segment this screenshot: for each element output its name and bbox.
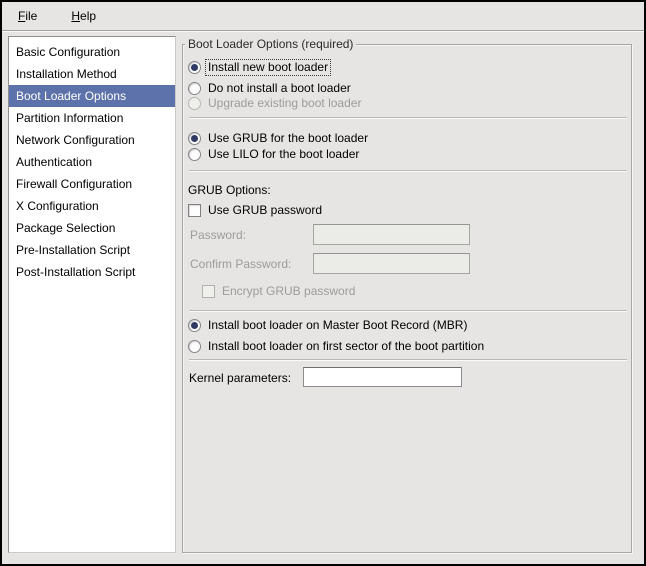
checkbox-label: Encrypt GRUB password — [222, 284, 355, 299]
checkbox-use-grub-password[interactable] — [188, 204, 201, 217]
checkbox-encrypt-grub-password — [202, 285, 215, 298]
radio-label: Upgrade existing boot loader — [208, 96, 361, 111]
sidebar-item-network-configuration[interactable]: Network Configuration — [9, 129, 175, 151]
sidebar-item-package-selection[interactable]: Package Selection — [9, 217, 175, 239]
sidebar-item-firewall-configuration[interactable]: Firewall Configuration — [9, 173, 175, 195]
checkbox-row-encrypt-grub-password: Encrypt GRUB password — [202, 283, 355, 300]
radio-label[interactable]: Do not install a boot loader — [208, 81, 351, 96]
checkbox-row-use-grub-password[interactable]: Use GRUB password — [188, 202, 322, 219]
radio-row-install-mbr[interactable]: Install boot loader on Master Boot Recor… — [188, 317, 467, 334]
radio-label[interactable]: Use GRUB for the boot loader — [208, 131, 368, 146]
sidebar-item-installation-method[interactable]: Installation Method — [9, 63, 175, 85]
radio-label[interactable]: Install new boot loader — [205, 59, 331, 76]
kernel-parameters-input[interactable] — [303, 367, 462, 387]
menubar: File Help — [2, 2, 644, 31]
separator — [189, 170, 627, 172]
radio-install-on-mbr[interactable] — [188, 319, 201, 332]
category-list: Basic Configuration Installation Method … — [8, 36, 176, 553]
radio-row-upgrade-existing: Upgrade existing boot loader — [188, 95, 361, 112]
kernel-parameters-label: Kernel parameters: — [189, 371, 291, 386]
radio-label[interactable]: Install boot loader on first sector of t… — [208, 339, 484, 354]
checkbox-label[interactable]: Use GRUB password — [208, 203, 322, 218]
menu-help[interactable]: Help — [61, 5, 106, 28]
radio-install-new-boot-loader[interactable] — [188, 61, 201, 74]
sidebar-item-boot-loader-options[interactable]: Boot Loader Options — [9, 85, 175, 107]
grub-options-heading: GRUB Options: — [188, 183, 271, 198]
radio-label[interactable]: Use LILO for the boot loader — [208, 147, 359, 162]
radio-row-install-first-sector[interactable]: Install boot loader on first sector of t… — [188, 338, 484, 355]
sidebar-item-x-configuration[interactable]: X Configuration — [9, 195, 175, 217]
radio-do-not-install-boot-loader[interactable] — [188, 82, 201, 95]
frame-title: Boot Loader Options (required) — [185, 37, 356, 51]
radio-use-grub[interactable] — [188, 132, 201, 145]
separator — [189, 310, 627, 312]
radio-row-use-grub[interactable]: Use GRUB for the boot loader — [188, 130, 368, 147]
radio-use-lilo[interactable] — [188, 148, 201, 161]
password-label: Password: — [190, 228, 246, 243]
sidebar-item-post-installation-script[interactable]: Post-Installation Script — [9, 261, 175, 283]
sidebar-item-partition-information[interactable]: Partition Information — [9, 107, 175, 129]
kickstart-configurator-window: File Help Basic Configuration Installati… — [0, 0, 646, 566]
sidebar-item-authentication[interactable]: Authentication — [9, 151, 175, 173]
radio-row-use-lilo[interactable]: Use LILO for the boot loader — [188, 146, 359, 163]
sidebar-item-pre-installation-script[interactable]: Pre-Installation Script — [9, 239, 175, 261]
confirm-password-label: Confirm Password: — [190, 257, 291, 272]
separator — [189, 359, 627, 361]
password-input — [313, 224, 470, 245]
radio-row-install-new[interactable]: Install new boot loader — [188, 59, 331, 76]
confirm-password-input — [313, 253, 470, 274]
radio-install-on-first-sector[interactable] — [188, 340, 201, 353]
menu-file[interactable]: File — [8, 5, 47, 28]
sidebar-item-basic-configuration[interactable]: Basic Configuration — [9, 41, 175, 63]
separator — [189, 117, 627, 119]
radio-label[interactable]: Install boot loader on Master Boot Recor… — [208, 318, 467, 333]
radio-upgrade-existing-boot-loader — [188, 97, 201, 110]
